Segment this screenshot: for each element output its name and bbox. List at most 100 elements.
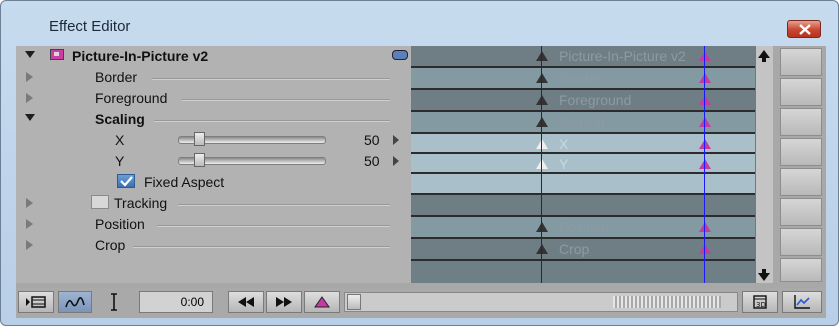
param-row-crop[interactable]: Crop	[16, 235, 411, 256]
param-row-position[interactable]: Position	[16, 214, 411, 235]
svg-text:3D: 3D	[756, 301, 766, 309]
timecode-field[interactable]: 0:00	[139, 291, 213, 313]
expand-triangle-icon[interactable]	[26, 72, 33, 82]
effect-name: Picture-In-Picture v2	[72, 48, 209, 64]
side-button-8[interactable]	[780, 258, 822, 282]
scroll-down-icon[interactable]	[758, 273, 770, 281]
add-keyframe-button[interactable]	[304, 291, 340, 313]
side-button-5[interactable]	[780, 168, 822, 196]
bottom-toolbar: 0:00 3D	[16, 288, 826, 318]
curve-icon	[65, 297, 85, 308]
ibeam-icon	[111, 293, 117, 311]
param-row-effect[interactable]: Picture-In-Picture v2	[16, 46, 411, 67]
keyframe-icon[interactable]	[536, 117, 548, 127]
timeline-row-label: Y	[559, 156, 569, 172]
keyframe-icon[interactable]	[699, 117, 711, 127]
fast-forward-button[interactable]	[266, 291, 302, 313]
keyframe-icon[interactable]	[699, 159, 711, 169]
x-step-arrow-icon[interactable]	[393, 135, 399, 145]
side-button-2[interactable]	[780, 78, 822, 106]
fixed-aspect-checkbox[interactable]	[117, 174, 135, 188]
link-icon[interactable]	[392, 50, 408, 60]
curve-mode-button[interactable]	[58, 291, 92, 313]
timeline-horizontal-scrollbar[interactable]	[344, 292, 738, 312]
ibeam-button[interactable]	[96, 291, 132, 313]
param-row-foreground[interactable]: Foreground	[16, 88, 411, 109]
keyframe-icon[interactable]	[699, 95, 711, 105]
keyframe-icon[interactable]	[536, 139, 548, 149]
timeline-row-label: Foreground	[559, 92, 632, 108]
keyframe-icon[interactable]	[536, 95, 548, 105]
rewind-icon	[238, 297, 254, 307]
add-keyframe-icon	[314, 296, 330, 308]
collapse-triangle-icon[interactable]	[25, 114, 35, 121]
side-button-4[interactable]	[780, 138, 822, 166]
y-slider-thumb[interactable]	[194, 153, 205, 167]
scroll-up-icon[interactable]	[758, 50, 770, 58]
start-marker-line	[541, 46, 542, 283]
close-icon	[799, 24, 811, 35]
position-indicator[interactable]	[704, 46, 705, 283]
close-button[interactable]	[787, 20, 821, 38]
param-tracking-label: Tracking	[114, 195, 168, 211]
keyframe-icon[interactable]	[536, 73, 548, 83]
param-x-label: X	[115, 132, 125, 148]
effect-editor-window: Effect Editor Picture-In-Picture v2 Bord…	[0, 0, 839, 326]
keyframe-icon[interactable]	[536, 51, 548, 61]
y-slider[interactable]	[178, 153, 326, 167]
filmstrip-button[interactable]	[18, 291, 54, 313]
param-row-scaling[interactable]: Scaling	[16, 109, 411, 130]
window-title: Effect Editor	[49, 18, 131, 35]
editor-client-area: Picture-In-Picture v2 Border Foreground …	[16, 46, 826, 318]
timeline-row-label: Scaling	[559, 114, 605, 130]
rewind-button[interactable]	[228, 291, 264, 313]
x-value[interactable]: 50	[364, 132, 380, 148]
y-step-arrow-icon[interactable]	[393, 156, 399, 166]
divider-line	[154, 120, 390, 122]
zoom-grip[interactable]	[613, 296, 721, 308]
keyframe-icon[interactable]	[699, 222, 711, 232]
divider-line	[152, 78, 390, 80]
param-row-x: X 50	[16, 130, 411, 151]
x-slider[interactable]	[178, 132, 326, 146]
expand-triangle-icon[interactable]	[26, 198, 33, 208]
keyframe-icon[interactable]	[536, 244, 548, 254]
keyframe-icon[interactable]	[699, 73, 711, 83]
timeline-row-label: Border	[559, 70, 602, 86]
collapse-triangle-icon[interactable]	[25, 51, 35, 58]
pip-effect-icon	[50, 49, 64, 60]
tracking-checkbox[interactable]	[91, 195, 109, 209]
scroll-up-stem	[762, 58, 766, 62]
3d-button[interactable]: 3D	[742, 291, 778, 313]
timeline-scroll-thumb[interactable]	[347, 294, 361, 310]
y-value[interactable]: 50	[364, 153, 380, 169]
param-row-border[interactable]: Border	[16, 67, 411, 88]
expand-triangle-icon[interactable]	[26, 240, 33, 250]
graph-button[interactable]	[782, 291, 822, 313]
timeline-row-label: Picture-In-Picture v2	[559, 48, 686, 64]
side-button-1[interactable]	[780, 48, 822, 76]
divider-line	[133, 246, 390, 248]
param-row-tracking[interactable]: Tracking	[16, 193, 411, 214]
checkmark-icon	[120, 176, 133, 187]
keyframe-icon[interactable]	[699, 244, 711, 254]
vertical-scrollbar[interactable]	[755, 46, 773, 283]
keyframe-icon[interactable]	[536, 159, 548, 169]
keyframe-icon[interactable]	[699, 139, 711, 149]
x-slider-thumb[interactable]	[194, 132, 205, 146]
param-position-label: Position	[95, 216, 145, 232]
side-button-6[interactable]	[780, 198, 822, 226]
expand-triangle-icon[interactable]	[26, 93, 33, 103]
timeline-row-label: X	[559, 136, 569, 152]
param-crop-label: Crop	[95, 237, 126, 253]
graph-icon	[794, 295, 810, 309]
keyframe-timeline[interactable]: Picture-In-Picture v2 Border Foreground …	[411, 46, 755, 283]
keyframe-icon[interactable]	[536, 222, 548, 232]
expand-triangle-icon[interactable]	[26, 219, 33, 229]
timeline-row-label: Crop	[559, 241, 590, 257]
side-button-7[interactable]	[780, 228, 822, 256]
keyframe-icon[interactable]	[699, 51, 711, 61]
timeline-row-label: Position	[559, 219, 609, 235]
divider-line	[157, 225, 390, 227]
side-button-3[interactable]	[780, 108, 822, 136]
